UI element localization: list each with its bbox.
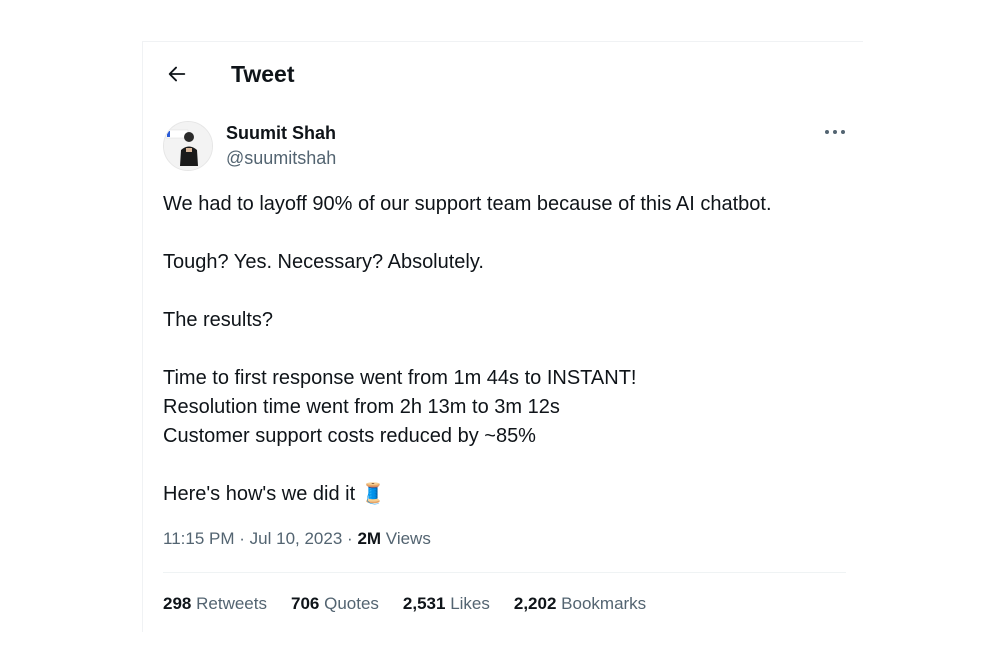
page-title: Tweet [231,61,295,87]
tweet-line-text: Here's how's we did it [163,483,356,505]
stat-quotes[interactable]: 706 Quotes [291,593,379,615]
meta-separator: · [239,529,245,548]
tweet-line: The results? [163,309,274,331]
tweet-line-last: Here's how's we did it 🧵 [163,480,843,509]
tweet-line: Time to first response went from 1m 44s … [163,367,637,389]
views-label[interactable]: Views [386,529,431,548]
tweet-card: Tweet Suumit Shah @suumitshah We had to … [142,41,863,632]
stat-count: 706 [290,594,320,613]
arrow-left-icon [168,66,186,82]
stat-retweets[interactable]: 298 Retweets [163,593,267,615]
engagement-stats: 298 Retweets 706 Quotes 2,531 Likes 2,20… [163,593,646,615]
tweet-line: We had to layoff 90% of our support team… [163,193,772,215]
tweet-line: Customer support costs reduced by ~85% [163,425,536,447]
tweet-meta: 11:15 PM · Jul 10, 2023 · 2M Views [163,528,431,550]
meta-separator: · [347,529,353,548]
more-button[interactable] [817,122,853,142]
tweet-time[interactable]: 11:15 PM [163,529,235,548]
avatar-image [164,122,212,170]
tweet-date[interactable]: Jul 10, 2023 [250,529,343,548]
tweet-body: We had to layoff 90% of our support team… [163,190,843,509]
back-button[interactable] [163,60,191,88]
more-horizontal-icon [825,130,845,134]
tweet-header: Tweet [143,42,863,108]
tweet-line: Resolution time went from 2h 13m to 3m 1… [163,396,560,418]
stat-likes[interactable]: 2,531 Likes [403,593,490,615]
stat-label: Likes [450,594,490,613]
stat-label: Retweets [196,594,267,613]
stat-label: Bookmarks [561,594,647,613]
author-handle[interactable]: @suumitshah [226,147,336,169]
views-count[interactable]: 2M [357,529,381,548]
stat-count: 298 [163,594,192,613]
stat-count: 2,531 [402,594,446,613]
thread-icon: 🧵 [360,483,386,505]
stat-count: 2,202 [513,594,557,613]
author-name[interactable]: Suumit Shah [226,122,336,144]
tweet-line: Tough? Yes. Necessary? Absolutely. [163,251,484,273]
divider [163,572,846,573]
avatar[interactable] [163,121,213,171]
stat-label: Quotes [324,594,379,613]
stat-bookmarks[interactable]: 2,202 Bookmarks [514,593,646,615]
